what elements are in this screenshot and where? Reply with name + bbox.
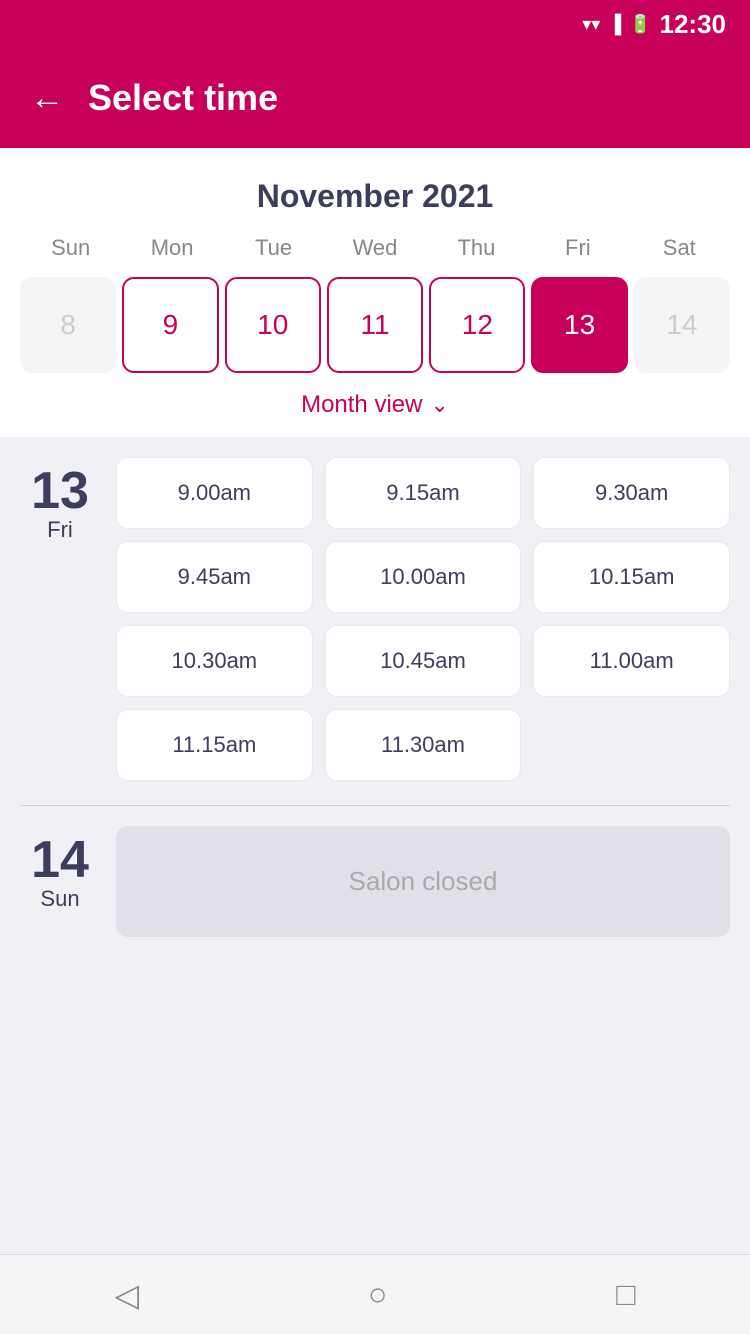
day-header-wed: Wed xyxy=(324,231,425,265)
day-header-mon: Mon xyxy=(121,231,222,265)
day-name-fri: Fri xyxy=(47,517,73,543)
timeslots-section: 13 Fri 9.00am 9.15am 9.30am 9.45am 10.00… xyxy=(0,437,750,957)
header: ← Select time xyxy=(0,48,750,148)
nav-home-button[interactable]: ○ xyxy=(338,1266,417,1323)
slot-11-15am[interactable]: 11.15am xyxy=(116,709,313,781)
slot-11-30am[interactable]: 11.30am xyxy=(325,709,522,781)
battery-icon: 🔋 xyxy=(629,14,651,35)
day-label-14: 14 Sun xyxy=(20,826,100,912)
day-number-13: 13 xyxy=(31,465,89,517)
month-year: November 2021 xyxy=(20,168,730,231)
status-time: 12:30 xyxy=(660,9,727,40)
wifi-icon: ▾▾ xyxy=(582,14,600,35)
status-icons: ▾▾ ▐ 🔋 12:30 xyxy=(582,9,726,40)
day-header-fri: Fri xyxy=(527,231,628,265)
day-header-sat: Sat xyxy=(629,231,730,265)
day-header-thu: Thu xyxy=(426,231,527,265)
day-cell-9[interactable]: 9 xyxy=(122,277,218,373)
slot-9-30am[interactable]: 9.30am xyxy=(533,457,730,529)
section-divider xyxy=(20,805,730,806)
slots-grid-13: 9.00am 9.15am 9.30am 9.45am 10.00am 10.1… xyxy=(116,457,730,781)
day-cell-12[interactable]: 12 xyxy=(429,277,525,373)
slot-9-15am[interactable]: 9.15am xyxy=(325,457,522,529)
day-cell-13[interactable]: 13 xyxy=(531,277,627,373)
bottom-nav: ◁ ○ □ xyxy=(0,1254,750,1334)
slot-10-45am[interactable]: 10.45am xyxy=(325,625,522,697)
day-number-14: 14 xyxy=(31,834,89,886)
day-cells: 8 9 10 11 12 13 14 xyxy=(20,277,730,377)
day-label-13: 13 Fri xyxy=(20,457,100,543)
signal-icon: ▐ xyxy=(608,14,621,35)
day-name-sun: Sun xyxy=(40,886,79,912)
slot-10-30am[interactable]: 10.30am xyxy=(116,625,313,697)
salon-closed-label: Salon closed xyxy=(349,866,498,896)
day-section-14: 14 Sun Salon closed xyxy=(20,826,730,937)
status-bar: ▾▾ ▐ 🔋 12:30 xyxy=(0,0,750,48)
day-header-sun: Sun xyxy=(20,231,121,265)
month-view-toggle[interactable]: Month view ⌄ xyxy=(20,377,730,437)
nav-recent-button[interactable]: □ xyxy=(586,1266,665,1323)
day-section-13: 13 Fri 9.00am 9.15am 9.30am 9.45am 10.00… xyxy=(20,457,730,781)
day-headers: Sun Mon Tue Wed Thu Fri Sat xyxy=(20,231,730,265)
day-header-tue: Tue xyxy=(223,231,324,265)
back-button[interactable]: ← xyxy=(30,81,64,115)
slot-11-00am[interactable]: 11.00am xyxy=(533,625,730,697)
slot-9-00am[interactable]: 9.00am xyxy=(116,457,313,529)
calendar-section: November 2021 Sun Mon Tue Wed Thu Fri Sa… xyxy=(0,148,750,437)
slot-9-45am[interactable]: 9.45am xyxy=(116,541,313,613)
nav-back-button[interactable]: ◁ xyxy=(84,1266,169,1324)
day-cell-10[interactable]: 10 xyxy=(225,277,321,373)
page-title: Select time xyxy=(88,77,278,119)
day-cell-11[interactable]: 11 xyxy=(327,277,423,373)
day-cell-14[interactable]: 14 xyxy=(634,277,730,373)
month-view-label: Month view xyxy=(301,391,422,419)
slot-10-00am[interactable]: 10.00am xyxy=(325,541,522,613)
slot-10-15am[interactable]: 10.15am xyxy=(533,541,730,613)
chevron-down-icon: ⌄ xyxy=(430,392,448,418)
day-cell-8[interactable]: 8 xyxy=(20,277,116,373)
salon-closed-box: Salon closed xyxy=(116,826,730,937)
